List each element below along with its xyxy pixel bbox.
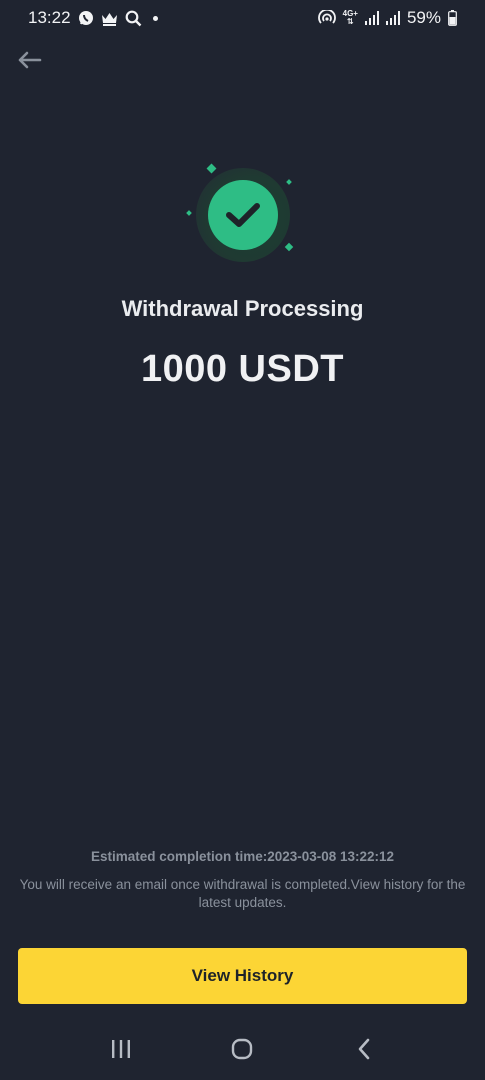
email-notice: You will receive an email once withdrawa… xyxy=(19,877,466,910)
battery-icon xyxy=(448,10,457,26)
status-bar-right: 4G+ ⇅ 59% xyxy=(317,8,457,28)
network-arrows: ⇅ xyxy=(346,17,354,26)
view-history-button[interactable]: View History xyxy=(18,948,467,1004)
status-bar: 13:22 4G+ ⇅ 59% xyxy=(0,0,485,36)
status-time: 13:22 xyxy=(28,8,71,27)
sparkle-icon xyxy=(286,179,292,185)
withdrawal-result-screen: 13:22 4G+ ⇅ 59% Withdrawal Processing 10… xyxy=(0,0,485,1080)
signal-icon-secondary xyxy=(385,11,400,25)
signal-icon xyxy=(364,11,379,25)
hotspot-icon xyxy=(317,10,336,26)
notification-dot-icon xyxy=(152,15,158,21)
crown-icon xyxy=(101,11,118,26)
battery-percent: 59% xyxy=(406,8,441,27)
recents-icon xyxy=(110,1039,132,1064)
recents-button[interactable] xyxy=(96,1026,146,1076)
sparkle-icon xyxy=(284,242,294,252)
sparkle-icon xyxy=(206,163,217,174)
status-title: Withdrawal Processing xyxy=(121,296,364,321)
sparkle-icon xyxy=(186,210,192,216)
search-icon xyxy=(125,10,142,27)
estimated-completion-time: Estimated completion time:2023-03-08 13:… xyxy=(90,849,395,864)
status-bar-left: 13:22 xyxy=(28,8,158,28)
success-check-icon xyxy=(208,180,278,250)
back-chevron-icon xyxy=(356,1037,372,1066)
system-nav-bar xyxy=(0,1022,485,1080)
success-illustration xyxy=(182,160,302,268)
withdrawal-amount: 1000 USDT xyxy=(140,348,345,390)
whatsapp-icon xyxy=(78,10,94,26)
home-button[interactable] xyxy=(217,1026,267,1076)
system-back-button[interactable] xyxy=(339,1026,389,1076)
arrow-left-icon xyxy=(16,50,42,75)
network-type: 4G+ ⇅ xyxy=(343,10,358,26)
back-button[interactable] xyxy=(12,46,46,78)
home-icon xyxy=(230,1037,254,1066)
